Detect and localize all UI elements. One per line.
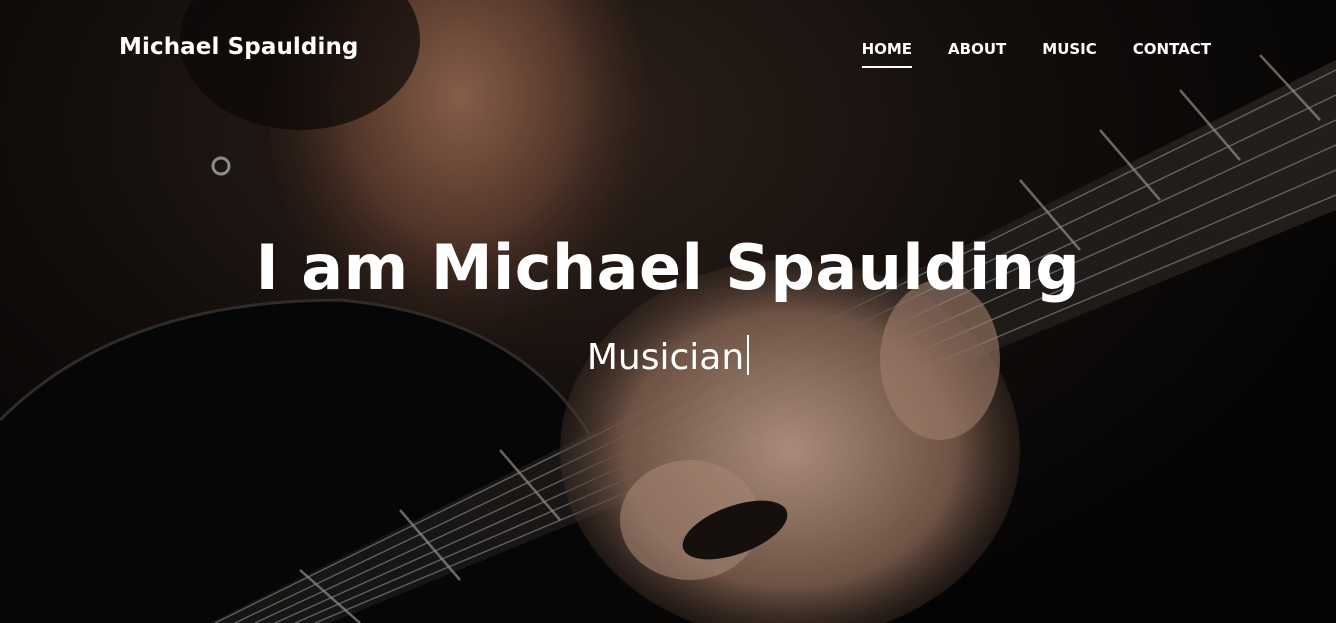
- main-nav: HOME ABOUT MUSIC CONTACT: [826, 40, 1211, 68]
- navbar: Michael Spaulding HOME ABOUT MUSIC CONTA…: [0, 0, 1336, 100]
- nav-link-home[interactable]: HOME: [861, 40, 913, 68]
- hero-content: I am Michael Spaulding Musician: [0, 228, 1336, 382]
- hero-subtitle-line: Musician: [0, 334, 1336, 382]
- hero-title: I am Michael Spaulding: [255, 231, 1081, 304]
- nav-link-about[interactable]: ABOUT: [948, 40, 1006, 68]
- typing-cursor: [747, 335, 750, 375]
- hero-subtitle: Musician: [586, 337, 745, 378]
- nav-link-contact[interactable]: CONTACT: [1133, 40, 1211, 68]
- nav-link-music[interactable]: MUSIC: [1042, 40, 1097, 68]
- brand-logo-link[interactable]: Michael Spaulding: [119, 34, 358, 60]
- hero-section: Michael Spaulding HOME ABOUT MUSIC CONTA…: [0, 0, 1336, 623]
